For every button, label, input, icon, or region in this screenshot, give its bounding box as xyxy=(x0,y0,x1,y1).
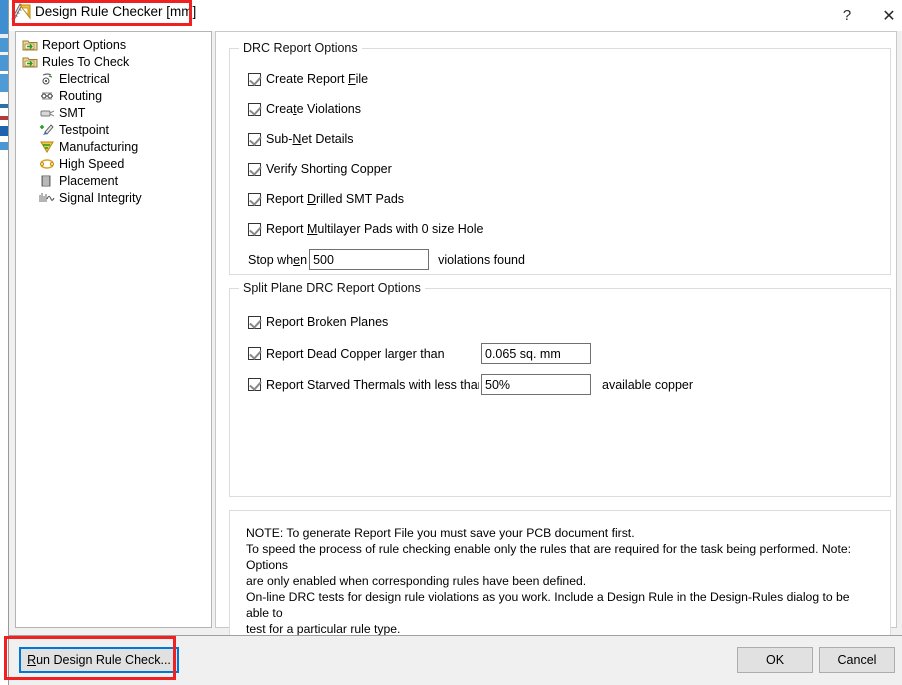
sidebar-item-label: Electrical xyxy=(59,72,110,86)
help-button[interactable]: ? xyxy=(829,0,865,31)
checkbox-label: Create Violations xyxy=(266,102,361,116)
dead-copper-row: Report Dead Copper larger than xyxy=(248,343,591,364)
stop-when-input[interactable] xyxy=(309,249,430,270)
note-line-1: NOTE: To generate Report File you must s… xyxy=(246,526,635,540)
folder-arrow-icon xyxy=(22,57,38,68)
stop-when-label: Stop when xyxy=(248,252,308,267)
sidebar-item-label: SMT xyxy=(59,106,86,120)
high-speed-icon xyxy=(39,159,54,169)
design-rule-checker-dialog: Design Rule Checker [mm] ? ✕ Report Opti… xyxy=(8,0,902,685)
dialog-footer: Run Design Rule Check... OK Cancel xyxy=(9,635,902,685)
sidebar-item-label: Rules To Check xyxy=(42,55,130,69)
design-rule-checker-icon xyxy=(11,3,31,21)
checkbox-report-starved-thermals[interactable] xyxy=(248,378,261,391)
folder-arrow-icon xyxy=(22,40,38,51)
title-bar: Design Rule Checker [mm] ? ✕ xyxy=(9,0,902,31)
routing-icon xyxy=(41,92,53,100)
checkbox-box[interactable] xyxy=(248,222,261,236)
sidebar-item-placement[interactable]: Placement xyxy=(16,173,211,189)
sidebar-item-label: Testpoint xyxy=(59,123,110,137)
available-copper-label: available copper xyxy=(602,377,694,392)
checkbox-label: Sub-Net Details xyxy=(266,132,354,146)
checkbox-box[interactable] xyxy=(248,102,261,116)
checkbox-verify-shorting-copper[interactable]: Verify Shorting Copper xyxy=(248,162,392,176)
note-panel: NOTE: To generate Report File you must s… xyxy=(229,510,891,650)
signal-integrity-icon xyxy=(39,193,55,202)
checkbox-label: Report Starved Thermals with less than xyxy=(266,377,479,392)
checkbox-report-broken-planes[interactable]: Report Broken Planes xyxy=(248,315,388,329)
sidebar-item-label: Placement xyxy=(59,174,119,188)
manufacturing-icon xyxy=(40,141,54,153)
checkbox-report-multilayer-pads[interactable]: Report Multilayer Pads with 0 size Hole xyxy=(248,222,483,236)
navigation-tree[interactable]: Report Options Rules To Check Electrical xyxy=(15,31,212,628)
electrical-icon xyxy=(42,73,53,85)
checkbox-create-report-file[interactable]: Create Report File xyxy=(248,72,368,86)
starved-thermals-row: Report Starved Thermals with less than a… xyxy=(248,374,693,395)
group-title: Split Plane DRC Report Options xyxy=(239,281,425,295)
sidebar-item-label: Report Options xyxy=(42,38,127,52)
sidebar-item-report-options[interactable]: Report Options xyxy=(16,37,211,53)
testpoint-icon xyxy=(40,124,54,135)
checkbox-report-drilled-smt-pads[interactable]: Report Drilled SMT Pads xyxy=(248,192,404,206)
smt-icon xyxy=(40,110,55,117)
checkbox-label: Report Drilled SMT Pads xyxy=(266,192,405,206)
note-line-2: To speed the process of rule checking en… xyxy=(246,542,851,572)
note-line-4: On-line DRC tests for design rule violat… xyxy=(246,590,850,620)
note-line-3: are only enabled when corresponding rule… xyxy=(246,574,587,588)
checkbox-label: Create Report File xyxy=(266,72,369,86)
sidebar-item-label: Signal Integrity xyxy=(59,191,142,205)
sidebar-item-high-speed[interactable]: High Speed xyxy=(16,156,211,172)
run-design-rule-check-button[interactable]: Run Design Rule Check... xyxy=(19,647,179,673)
checkbox-box[interactable] xyxy=(248,162,261,176)
dead-copper-input[interactable] xyxy=(481,343,591,364)
sidebar-item-label: Routing xyxy=(59,89,103,103)
sidebar-item-signal-integrity[interactable]: Signal Integrity xyxy=(16,190,211,206)
violations-found-label: violations found xyxy=(438,252,525,267)
window-title: Design Rule Checker [mm] xyxy=(35,4,197,19)
checkbox-box[interactable] xyxy=(248,72,261,86)
placement-icon xyxy=(41,175,51,187)
sidebar-item-testpoint[interactable]: Testpoint xyxy=(16,122,211,138)
group-title: DRC Report Options xyxy=(239,41,362,55)
close-button[interactable]: ✕ xyxy=(871,0,902,31)
sidebar-item-rules-to-check[interactable]: Rules To Check xyxy=(16,54,211,70)
content-panel: DRC Report Options Create Report File Cr… xyxy=(215,31,897,650)
starved-thermals-input[interactable] xyxy=(481,374,591,395)
checkbox-create-violations[interactable]: Create Violations xyxy=(248,102,361,116)
checkbox-report-dead-copper[interactable] xyxy=(248,347,261,360)
cancel-button[interactable]: Cancel xyxy=(819,647,895,673)
checkbox-label: Report Multilayer Pads with 0 size Hole xyxy=(266,222,484,236)
sidebar-item-electrical[interactable]: Electrical xyxy=(16,71,211,87)
checkbox-box[interactable] xyxy=(248,192,261,206)
checkbox-sub-net-details[interactable]: Sub-Net Details xyxy=(248,132,354,146)
sidebar-item-manufacturing[interactable]: Manufacturing xyxy=(16,139,211,155)
checkbox-box[interactable] xyxy=(248,315,261,329)
sidebar-item-label: Manufacturing xyxy=(59,140,139,154)
checkbox-label: Verify Shorting Copper xyxy=(266,162,392,176)
stop-when-row: Stop when violations found xyxy=(248,249,525,270)
checkbox-label: Report Broken Planes xyxy=(266,315,389,329)
sidebar-item-routing[interactable]: Routing xyxy=(16,88,211,104)
drc-report-options-group: DRC Report Options Create Report File Cr… xyxy=(229,41,891,275)
checkbox-box[interactable] xyxy=(248,132,261,146)
ok-button[interactable]: OK xyxy=(737,647,813,673)
sidebar-item-smt[interactable]: SMT xyxy=(16,105,211,121)
sidebar-item-label: High Speed xyxy=(59,157,125,171)
split-plane-drc-options-group: Split Plane DRC Report Options Report Br… xyxy=(229,281,891,497)
dialog-body: Report Options Rules To Check Electrical xyxy=(9,31,902,650)
checkbox-label: Report Dead Copper larger than xyxy=(266,346,445,361)
